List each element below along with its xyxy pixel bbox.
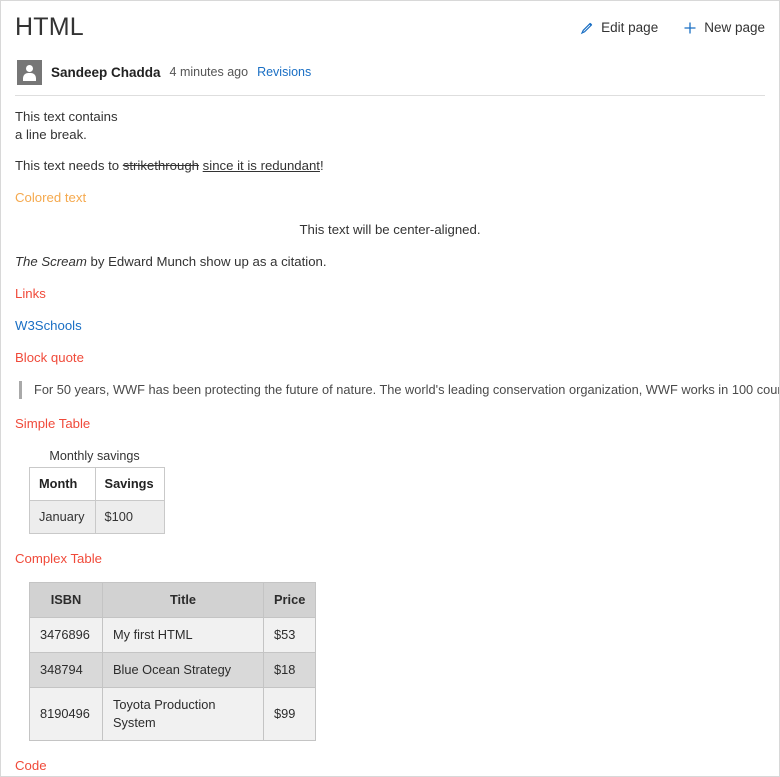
author-row: Sandeep Chadda 4 minutes ago Revisions <box>1 43 779 87</box>
page-header: HTML Edit page New page <box>1 1 779 43</box>
new-page-label: New page <box>704 20 765 35</box>
line-break-line-1: This text contains <box>15 109 118 124</box>
revisions-link[interactable]: Revisions <box>257 65 311 79</box>
table-row: January $100 <box>29 500 165 534</box>
strikethrough-text: strikethrough <box>122 158 199 173</box>
complex-cell-price: $99 <box>262 687 317 741</box>
complex-th-title: Title <box>102 582 264 618</box>
blockquote: For 50 years, WWF has been protecting th… <box>19 381 779 399</box>
links-heading: Links <box>15 286 46 301</box>
author-timestamp: 4 minutes ago <box>169 65 249 79</box>
page-title: HTML <box>15 13 84 41</box>
table-header-row: Month Savings <box>29 467 165 501</box>
complex-cell-isbn: 348794 <box>29 652 103 688</box>
simple-th-savings: Savings <box>94 467 165 501</box>
table-row: 348794 Blue Ocean Strategy $18 <box>29 652 317 688</box>
complex-table-heading: Complex Table <box>15 551 102 566</box>
edit-page-label: Edit page <box>601 20 659 35</box>
avatar-body <box>23 72 36 81</box>
line-break-paragraph: This text contains a line break. <box>15 108 779 144</box>
complex-cell-price: $53 <box>262 617 317 653</box>
simple-th-month: Month <box>29 467 96 501</box>
formatting-suffix: ! <box>319 158 324 173</box>
formatting-paragraph: This text needs to strikethrough since i… <box>15 157 779 175</box>
plus-icon <box>682 20 697 35</box>
line-break-line-2: a line break. <box>15 127 87 142</box>
center-aligned-paragraph: This text will be center-aligned. <box>299 222 481 237</box>
header-actions: Edit page New page <box>579 11 765 35</box>
simple-table-caption: Monthly savings <box>49 449 140 463</box>
page-content: This text contains a line break. This te… <box>1 96 779 776</box>
complex-th-price: Price <box>262 582 317 618</box>
user-avatar-icon <box>17 59 42 85</box>
simple-cell-savings: $100 <box>94 500 165 534</box>
citation-title: The Scream <box>15 254 87 269</box>
citation-rest: by Edward Munch show up as a citation. <box>86 254 327 269</box>
table-row: 3476896 My first HTML $53 <box>29 617 317 653</box>
author-name: Sandeep Chadda <box>51 64 161 80</box>
new-page-button[interactable]: New page <box>682 20 765 35</box>
simple-table: Month Savings January $100 <box>29 467 165 534</box>
complex-cell-isbn: 3476896 <box>29 617 103 653</box>
avatar-head <box>26 64 33 72</box>
complex-cell-title: My first HTML <box>102 617 264 653</box>
complex-th-isbn: ISBN <box>29 582 103 618</box>
simple-cell-month: January <box>29 500 96 534</box>
wiki-page: HTML Edit page New page Sandeep Chadda 4… <box>0 0 780 777</box>
complex-table: ISBN Title Price 3476896 My first HTML $… <box>29 582 317 741</box>
w3schools-link[interactable]: W3Schools <box>15 317 779 335</box>
blockquote-heading: Block quote <box>15 350 84 365</box>
complex-cell-isbn: 8190496 <box>29 687 103 741</box>
formatting-prefix: This text needs to <box>15 158 123 173</box>
complex-cell-title: Blue Ocean Strategy <box>102 652 264 688</box>
citation-paragraph: The Scream by Edward Munch show up as a … <box>15 253 779 271</box>
complex-cell-price: $18 <box>262 652 317 688</box>
pencil-icon <box>579 20 594 35</box>
edit-page-button[interactable]: Edit page <box>579 20 658 35</box>
table-header-row: ISBN Title Price <box>29 582 317 618</box>
table-row: 8190496 Toyota Production System $99 <box>29 687 317 741</box>
underline-text: since it is redundant <box>202 158 320 173</box>
simple-table-heading: Simple Table <box>15 416 91 431</box>
colored-text-paragraph: Colored text <box>15 190 87 205</box>
code-heading: Code <box>15 758 47 773</box>
complex-cell-title: Toyota Production System <box>102 687 264 741</box>
